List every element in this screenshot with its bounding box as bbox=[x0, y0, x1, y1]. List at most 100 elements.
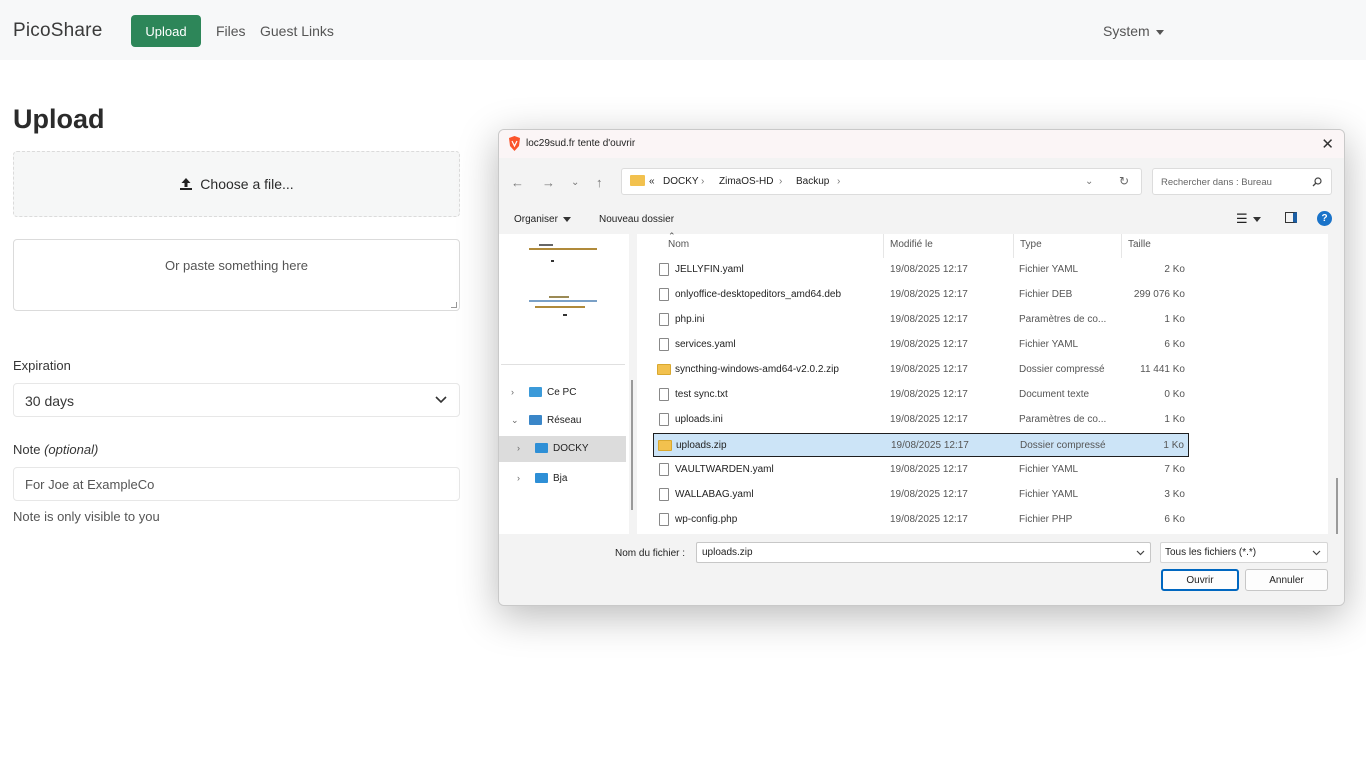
column-header-size[interactable]: Taille bbox=[1128, 239, 1151, 250]
upload-icon bbox=[180, 178, 193, 190]
breadcrumb-zimaos[interactable]: ZimaOS-HD bbox=[719, 176, 773, 187]
resize-grip-icon[interactable] bbox=[451, 302, 457, 308]
file-modified: 19/08/2025 12:17 bbox=[890, 464, 968, 475]
search-placeholder: Rechercher dans : Bureau bbox=[1161, 177, 1272, 188]
tree-item-bja[interactable]: › Bja bbox=[499, 466, 626, 492]
file-icon bbox=[659, 413, 669, 426]
file-row[interactable]: onlyoffice-desktopeditors_amd64.deb 19/08… bbox=[653, 283, 1189, 307]
chevron-down-icon bbox=[435, 396, 447, 404]
nav-guest-links-link[interactable]: Guest Links bbox=[260, 23, 334, 39]
file-size: 0 Ko bbox=[1164, 389, 1185, 400]
file-type: Dossier compressé bbox=[1019, 364, 1105, 375]
caret-down-icon bbox=[1252, 217, 1261, 223]
refresh-icon[interactable]: ↻ bbox=[1119, 174, 1129, 188]
file-modified: 19/08/2025 12:17 bbox=[890, 414, 968, 425]
file-row[interactable]: php.ini 19/08/2025 12:17 Paramètres de co.… bbox=[653, 308, 1189, 332]
tree-item-label: Réseau bbox=[547, 415, 582, 426]
file-type: Paramètres de co... bbox=[1019, 414, 1107, 425]
note-optional-text: (optional) bbox=[44, 442, 99, 457]
file-type: Fichier YAML bbox=[1019, 339, 1079, 350]
file-row[interactable]: WALLABAG.yaml 19/08/2025 12:17 Fichier YAM… bbox=[653, 483, 1189, 507]
file-size: 2 Ko bbox=[1164, 264, 1185, 275]
tree-item-network[interactable]: ⌄ Réseau bbox=[499, 408, 626, 434]
nav-system-menu[interactable]: System bbox=[1103, 23, 1164, 39]
file-open-dialog: loc29sud.fr tente d'ouvrir ✕ ← → ⌄ ↑ « D… bbox=[498, 129, 1345, 606]
pane-scrollbar[interactable] bbox=[629, 234, 637, 534]
file-row[interactable]: JELLYFIN.yaml 19/08/2025 12:17 Fichier YAM… bbox=[653, 258, 1189, 282]
file-row[interactable]: wp-config.php 19/08/2025 12:17 Fichier PHP… bbox=[653, 508, 1189, 532]
column-header-name[interactable]: Nom bbox=[668, 239, 689, 250]
brand-logo[interactable]: PicoShare bbox=[13, 20, 102, 42]
close-icon[interactable]: ✕ bbox=[1321, 135, 1334, 153]
filename-input[interactable]: uploads.zip bbox=[696, 542, 1151, 563]
chevron-down-icon[interactable] bbox=[1136, 550, 1145, 556]
address-row: ← → ⌄ ↑ « DOCKY › ZimaOS-HD › Backup › ⌄… bbox=[499, 166, 1344, 198]
chevron-right-icon[interactable]: › bbox=[517, 443, 520, 453]
chevron-right-icon[interactable]: › bbox=[511, 387, 514, 397]
nav-files-link[interactable]: Files bbox=[216, 23, 246, 39]
brave-browser-icon bbox=[509, 136, 520, 151]
nav-upload-button[interactable]: Upload bbox=[131, 15, 201, 47]
recent-locations-chevron-icon[interactable]: ⌄ bbox=[571, 177, 579, 188]
file-type: Fichier YAML bbox=[1019, 464, 1079, 475]
view-options-icon[interactable]: ☰ bbox=[1236, 211, 1261, 227]
file-row[interactable]: uploads.zip 19/08/2025 12:17 Dossier compr… bbox=[653, 433, 1189, 457]
breadcrumb-backup[interactable]: Backup bbox=[796, 176, 829, 187]
note-input[interactable]: For Joe at ExampleCo bbox=[13, 467, 460, 501]
computer-icon bbox=[535, 473, 548, 483]
file-row[interactable]: syncthing-windows-amd64-v2.0.2.zip 19/08/… bbox=[653, 358, 1189, 382]
file-icon bbox=[659, 338, 669, 351]
forward-arrow-icon[interactable]: → bbox=[542, 175, 555, 190]
scrollbar-thumb[interactable] bbox=[631, 380, 633, 510]
chevron-down-icon[interactable]: ⌄ bbox=[511, 415, 519, 426]
file-icon bbox=[659, 388, 669, 401]
organize-menu[interactable]: Organiser bbox=[514, 214, 571, 225]
zip-folder-icon bbox=[657, 364, 671, 375]
column-header-modified[interactable]: Modifié le bbox=[890, 239, 933, 250]
file-modified: 19/08/2025 12:17 bbox=[890, 264, 968, 275]
breadcrumb-overflow[interactable]: « bbox=[649, 176, 655, 187]
address-dropdown-chevron-icon[interactable]: ⌄ bbox=[1085, 176, 1093, 187]
choose-file-button[interactable]: Choose a file... bbox=[13, 151, 460, 217]
dialog-footer: Nom du fichier : uploads.zip Tous les fi… bbox=[499, 534, 1344, 605]
file-type: Fichier YAML bbox=[1019, 489, 1079, 500]
computer-icon bbox=[535, 443, 548, 453]
back-arrow-icon[interactable]: ← bbox=[511, 175, 524, 190]
column-header-type[interactable]: Type bbox=[1020, 239, 1042, 250]
column-separator[interactable] bbox=[1013, 234, 1014, 258]
file-size: 11 441 Ko bbox=[1140, 364, 1185, 375]
file-name: onlyoffice-desktopeditors_amd64.deb bbox=[675, 289, 842, 300]
thumbnail-image bbox=[529, 242, 599, 262]
column-separator[interactable] bbox=[1121, 234, 1122, 258]
file-row[interactable]: test sync.txt 19/08/2025 12:17 Document te… bbox=[653, 383, 1189, 407]
note-help-text: Note is only visible to you bbox=[13, 509, 160, 524]
chevron-right-icon[interactable]: › bbox=[517, 473, 520, 483]
expiration-select[interactable]: 30 days bbox=[13, 383, 460, 417]
paste-textarea[interactable]: Or paste something here bbox=[13, 239, 460, 311]
tree-item-docky[interactable]: › DOCKY bbox=[499, 436, 626, 462]
paste-placeholder: Or paste something here bbox=[164, 258, 309, 273]
file-modified: 19/08/2025 12:17 bbox=[890, 389, 968, 400]
filetype-select[interactable]: Tous les fichiers (*.*) bbox=[1160, 542, 1328, 563]
file-modified: 19/08/2025 12:17 bbox=[890, 339, 968, 350]
up-arrow-icon[interactable]: ↑ bbox=[596, 175, 603, 190]
column-separator[interactable] bbox=[883, 234, 884, 258]
breadcrumb-docky[interactable]: DOCKY bbox=[663, 176, 699, 187]
preview-pane-icon[interactable] bbox=[1285, 212, 1297, 223]
tree-item-this-pc[interactable]: › Ce PC bbox=[499, 380, 626, 406]
file-name: php.ini bbox=[675, 314, 705, 325]
file-type: Document texte bbox=[1019, 389, 1090, 400]
search-input[interactable]: Rechercher dans : Bureau bbox=[1152, 168, 1332, 195]
file-icon bbox=[659, 263, 669, 276]
help-icon[interactable]: ? bbox=[1317, 211, 1332, 226]
nav-system-label: System bbox=[1103, 23, 1150, 39]
file-row[interactable]: uploads.ini 19/08/2025 12:17 Paramètres de… bbox=[653, 408, 1189, 432]
file-row[interactable]: services.yaml 19/08/2025 12:17 Fichier YAM… bbox=[653, 333, 1189, 357]
file-name: JELLYFIN.yaml bbox=[675, 264, 744, 275]
cancel-button[interactable]: Annuler bbox=[1245, 569, 1328, 591]
new-folder-button[interactable]: Nouveau dossier bbox=[599, 214, 674, 225]
address-bar[interactable]: « DOCKY › ZimaOS-HD › Backup › ⌄ ↻ bbox=[621, 168, 1142, 195]
open-button[interactable]: Ouvrir bbox=[1161, 569, 1239, 591]
file-row[interactable]: VAULTWARDEN.yaml 19/08/2025 12:17 Fichier … bbox=[653, 458, 1189, 482]
navigation-pane: › Ce PC ⌄ Réseau › DOCKY › Bja bbox=[499, 234, 629, 534]
